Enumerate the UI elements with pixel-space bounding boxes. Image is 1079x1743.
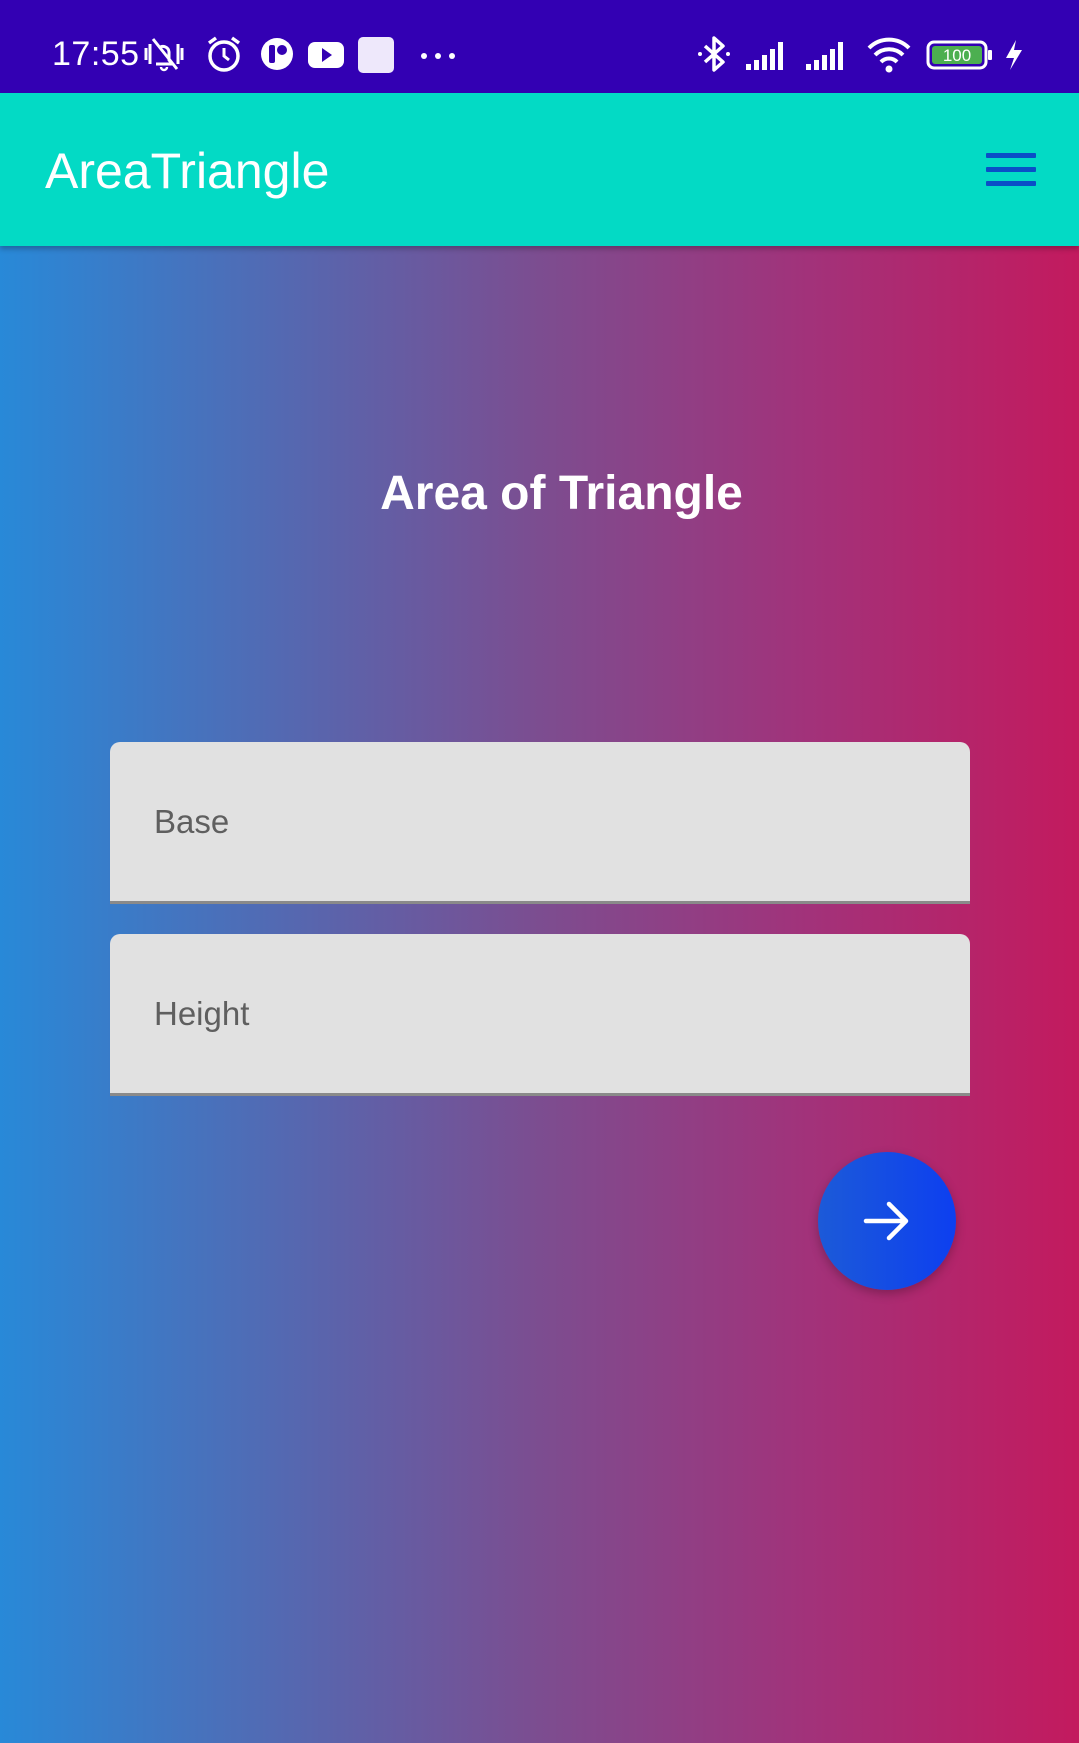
bluetooth-icon [694, 34, 734, 74]
app-bar: AreaTriangle [0, 93, 1079, 246]
more-icon [418, 34, 458, 74]
app-icon [257, 34, 297, 74]
main-content: Area of Triangle [0, 246, 1079, 1743]
calculate-button[interactable] [818, 1152, 956, 1290]
wifi-icon [866, 34, 912, 74]
page-title: Area of Triangle [380, 467, 743, 520]
arrow-right-icon [863, 1201, 909, 1241]
base-field[interactable] [110, 742, 970, 904]
signal-icon [744, 34, 794, 74]
height-field[interactable] [110, 934, 970, 1096]
signal-icon [804, 34, 854, 74]
height-input[interactable] [154, 989, 914, 1039]
vibrate-mute-icon [142, 34, 184, 74]
status-bar: 17:55 100 [0, 0, 1079, 93]
base-input[interactable] [154, 797, 914, 847]
hamburger-menu-icon[interactable] [983, 146, 1041, 192]
battery-icon: 100 [926, 34, 994, 74]
battery-level: 100 [943, 46, 971, 65]
square-icon [356, 34, 396, 74]
youtube-icon [306, 34, 346, 74]
charging-icon [1000, 34, 1026, 74]
status-time: 17:55 [52, 35, 140, 73]
app-title: AreaTriangle [45, 143, 330, 199]
alarm-icon [204, 34, 244, 74]
